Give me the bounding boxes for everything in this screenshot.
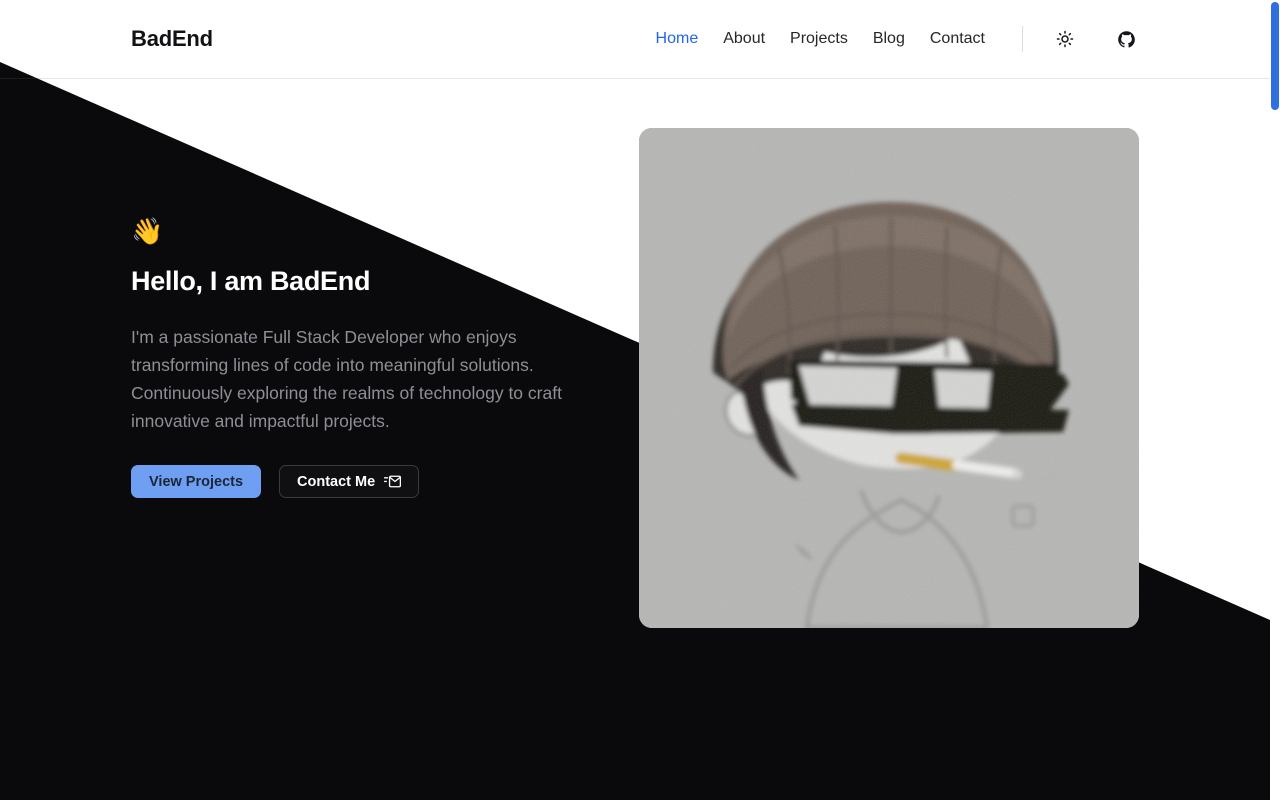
nav-divider (1022, 26, 1023, 52)
main-navigation: Home About Projects Blog Contact (656, 26, 1139, 52)
scrollbar-thumb[interactable] (1271, 2, 1279, 110)
nav-item-home[interactable]: Home (656, 30, 699, 48)
avatar-overlay (639, 128, 1139, 628)
nav-item-blog[interactable]: Blog (873, 30, 905, 48)
page-root: BadEnd Home About Projects Blog Contact (0, 0, 1270, 800)
avatar-image (639, 128, 1139, 628)
nav-item-about[interactable]: About (723, 30, 765, 48)
send-mail-icon-dark (384, 474, 402, 489)
scrollbar[interactable] (1270, 0, 1280, 800)
site-header: BadEnd Home About Projects Blog Contact (0, 0, 1270, 79)
nav-item-contact[interactable]: Contact (930, 30, 985, 48)
site-logo[interactable]: BadEnd (131, 26, 213, 52)
github-icon[interactable] (1113, 26, 1139, 52)
contact-me-button-dark[interactable]: Contact Me (279, 465, 420, 498)
nav-item-projects[interactable]: Projects (790, 30, 848, 48)
view-projects-button-dark[interactable]: View Projects (131, 465, 262, 498)
browser-viewport: BadEnd Home About Projects Blog Contact (0, 0, 1280, 800)
hero-description-dark: I'm a passionate Full Stack Developer wh… (131, 327, 562, 431)
contact-me-label-dark: Contact Me (297, 473, 376, 490)
hero-action-buttons-dark: View Projects Contact Me (131, 465, 639, 498)
sun-icon[interactable] (1052, 26, 1078, 52)
